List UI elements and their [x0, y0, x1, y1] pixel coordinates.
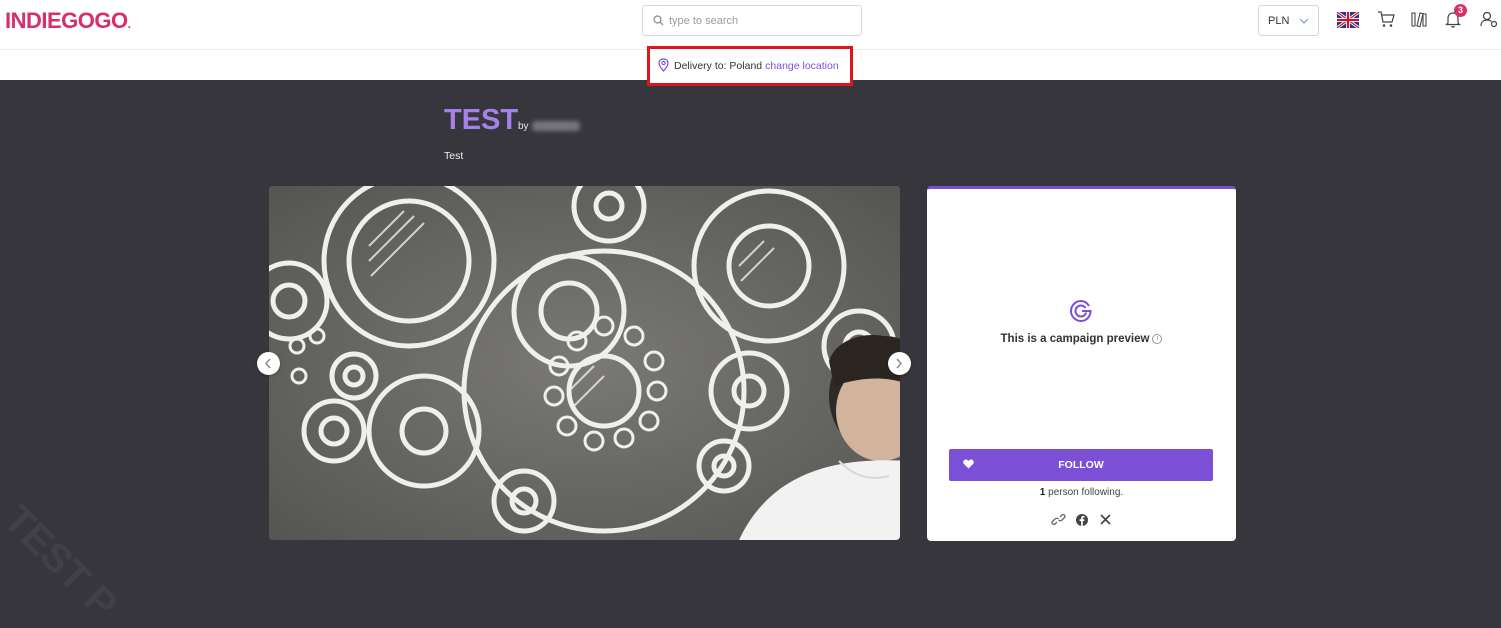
carousel-next-button[interactable] — [888, 352, 911, 375]
delivery-location-highlight: Delivery to: Poland change location — [647, 46, 853, 86]
follow-label: FOLLOW — [1058, 459, 1104, 471]
top-header: INDIEGOGO. PLN 3 — [0, 0, 1501, 50]
notification-badge: 3 — [1454, 4, 1467, 17]
carousel-prev-button[interactable] — [257, 352, 280, 375]
user-settings-icon[interactable] — [1480, 11, 1498, 28]
change-location-link[interactable]: change location — [765, 60, 839, 72]
cart-icon[interactable] — [1377, 11, 1395, 28]
campaign-media-image — [269, 186, 900, 540]
info-icon[interactable]: i — [1152, 333, 1163, 344]
link-icon[interactable] — [1051, 514, 1066, 525]
campaign-title: TEST — [444, 104, 519, 136]
x-icon[interactable] — [1100, 514, 1111, 525]
chevron-down-icon — [1299, 18, 1309, 24]
location-pin-icon — [658, 58, 669, 72]
delivery-label: Delivery to: Poland — [674, 60, 763, 72]
facebook-icon[interactable] — [1076, 514, 1088, 526]
watermark-text: TEST P — [0, 497, 126, 628]
chevron-left-icon — [265, 358, 271, 369]
indiegogo-logo[interactable]: INDIEGOGO. — [5, 8, 131, 34]
indiegogo-g-icon — [1069, 299, 1092, 323]
by-label: by — [518, 121, 529, 132]
campaign-owner-name-blurred[interactable] — [532, 121, 580, 131]
search-icon — [653, 15, 664, 26]
followers-count: 1 person following. — [1039, 487, 1124, 498]
campaign-tagline: Test — [444, 150, 464, 162]
chevron-right-icon — [896, 358, 902, 369]
uk-flag-icon[interactable] — [1337, 12, 1359, 28]
search-box[interactable] — [642, 5, 862, 36]
campaign-preview-notice: This is a campaign preview i — [927, 333, 1236, 345]
bookshelf-icon[interactable] — [1410, 11, 1428, 28]
search-input[interactable] — [669, 12, 854, 30]
campaign-sidebar-card: This is a campaign preview i FOLLOW 1 per… — [927, 186, 1236, 541]
follow-button[interactable]: FOLLOW — [949, 449, 1213, 481]
gears-chalkboard-illustration — [269, 186, 900, 540]
currency-select[interactable]: PLN — [1258, 5, 1319, 36]
currency-value: PLN — [1268, 15, 1290, 27]
